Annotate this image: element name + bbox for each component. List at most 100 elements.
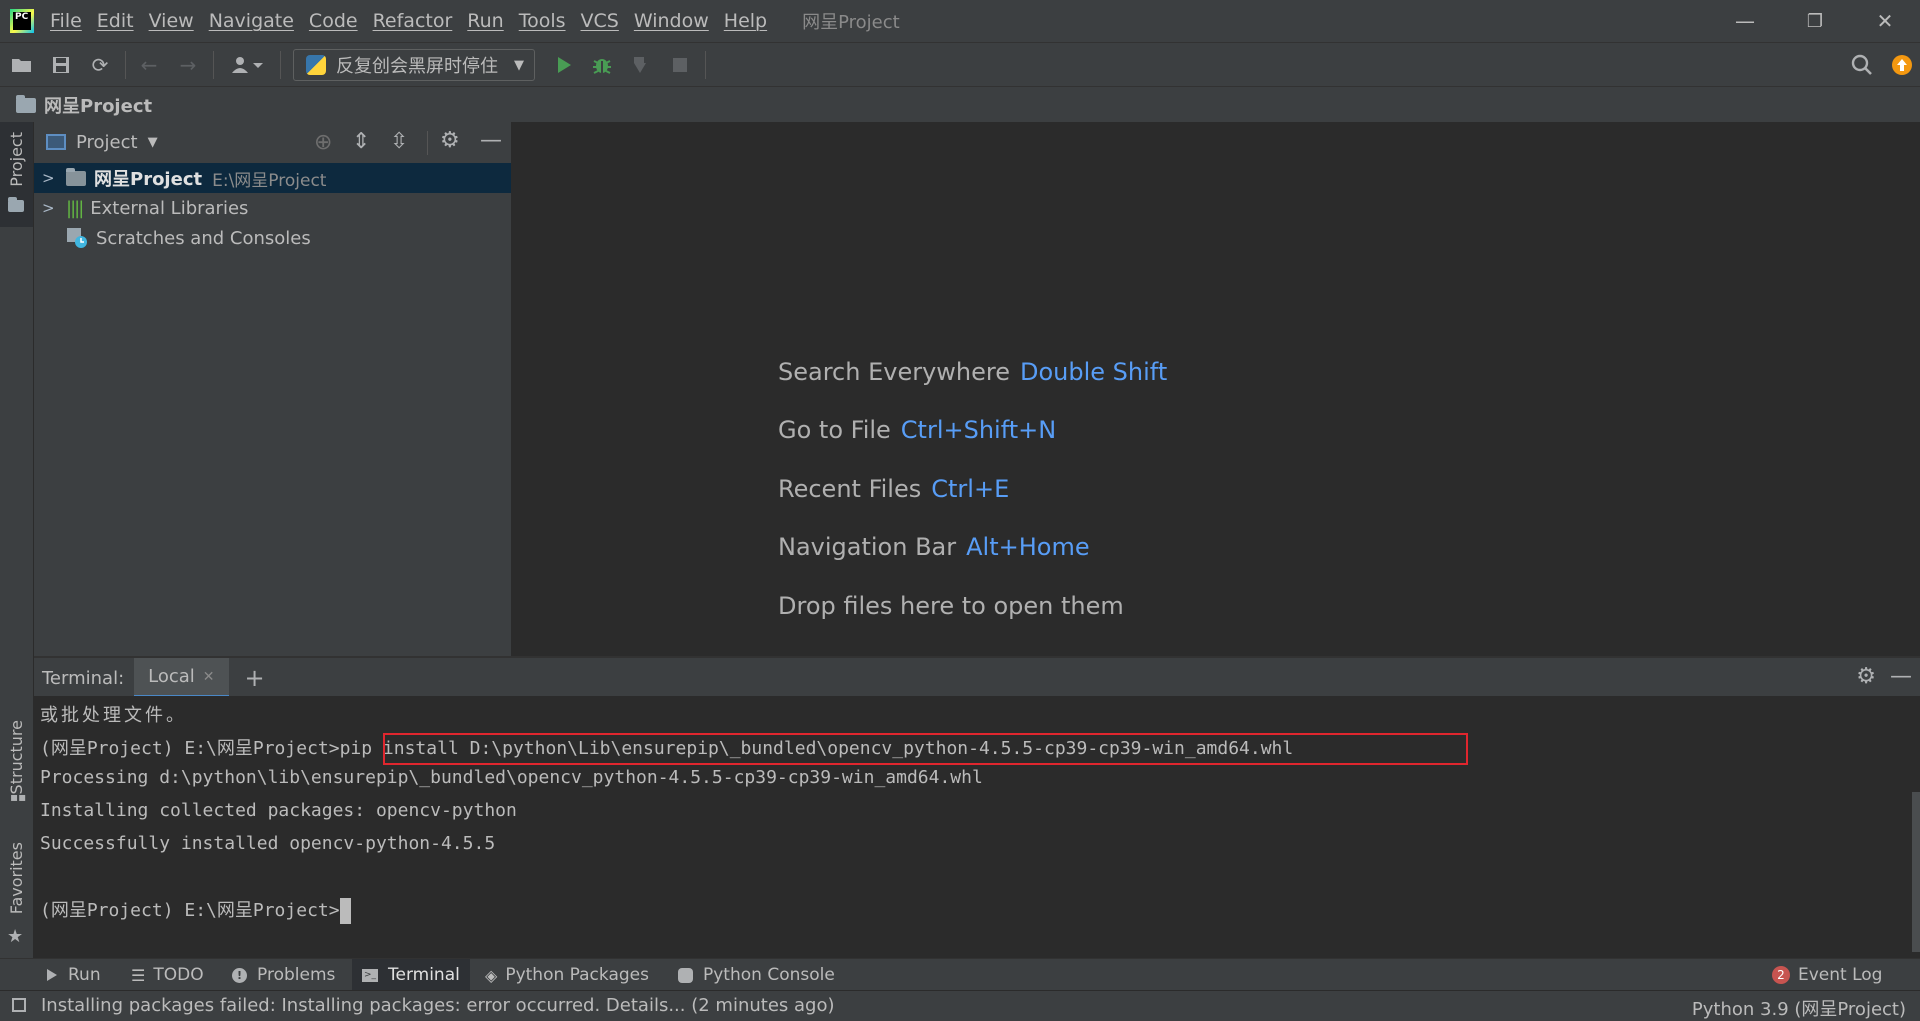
run-tool-label: Run (68, 965, 101, 985)
new-terminal-icon[interactable]: + (245, 664, 265, 692)
hint-shortcut: Ctrl+E (931, 475, 1010, 503)
toolbar-separator (213, 51, 214, 79)
tree-item-external-libraries[interactable]: > |||| External Libraries (34, 193, 511, 223)
stop-icon[interactable] (668, 53, 692, 77)
bottom-tool-bar: Run ☰ TODO ! Problems >_ Terminal ◈ Pyth… (0, 958, 1920, 991)
toolbar-separator (280, 51, 281, 79)
pycharm-logo-icon: PC (10, 9, 34, 33)
restore-button[interactable]: ❐ (1780, 0, 1850, 42)
folder-icon (8, 197, 24, 212)
problems-tool-button[interactable]: ! Problems (232, 965, 335, 985)
terminal-line: (网呈Project) E:\网呈Project> (40, 896, 351, 924)
breadcrumb-project[interactable]: 网呈Project (44, 92, 152, 118)
python-packages-label: Python Packages (505, 965, 649, 985)
menu-refactor[interactable]: Refactor (373, 10, 453, 32)
project-view-icon (46, 134, 66, 150)
hide-panel-icon[interactable]: — (480, 128, 502, 153)
todo-tool-button[interactable]: ☰ TODO (131, 965, 204, 985)
menu-vcs[interactable]: VCS (581, 10, 619, 32)
python-interpreter-selector[interactable]: Python 3.9 (网呈Project) (1692, 995, 1906, 1021)
header-separator (427, 131, 428, 155)
locate-icon[interactable]: ⊕ (314, 130, 332, 155)
terminal-icon: >_ (362, 968, 378, 982)
terminal-tool-label: Terminal (388, 965, 460, 985)
close-window-button[interactable]: ✕ (1850, 0, 1920, 42)
structure-tool-tab[interactable]: Structure ▪▪ (0, 712, 33, 812)
forward-arrow-icon[interactable]: → (176, 53, 200, 77)
info-icon: ! (232, 967, 247, 983)
library-icon: |||| (66, 197, 84, 219)
favorites-tool-tab[interactable]: Favorites ★ (0, 842, 33, 952)
status-bar: Installing packages failed: Installing p… (0, 990, 1920, 1021)
tree-item-label: 网呈Project (94, 169, 203, 190)
debug-icon[interactable] (590, 53, 614, 77)
project-tool-tab[interactable]: Project (0, 122, 33, 227)
menu-window[interactable]: Window (634, 10, 709, 32)
todo-tool-label: TODO (153, 965, 204, 985)
minimize-button[interactable]: — (1710, 0, 1780, 42)
chevron-right-icon[interactable]: > (42, 199, 62, 217)
menu-view[interactable]: View (149, 10, 194, 32)
terminal-tab-label: Local (148, 666, 195, 687)
menu-file[interactable]: File (50, 10, 82, 32)
save-all-icon[interactable] (49, 53, 73, 77)
terminal-output[interactable]: 或批处理文件。 (网呈Project) E:\网呈Project>pip ins… (34, 696, 1920, 958)
gear-icon[interactable]: ⚙ (440, 128, 460, 153)
menu-tools[interactable]: Tools (519, 10, 566, 32)
hint-search-everywhere: Search Everywhere Double Shift (778, 358, 1167, 386)
event-log-tool-button[interactable]: 2 Event Log (1772, 965, 1882, 985)
coverage-icon[interactable] (629, 53, 653, 77)
sync-icon[interactable]: ⟳ (88, 53, 112, 77)
highlight-box (383, 733, 1468, 765)
restore-icon: ❐ (1806, 10, 1824, 32)
menu-run[interactable]: Run (467, 10, 503, 32)
terminal-prompt: (网呈Project) E:\网呈Project> (40, 900, 340, 921)
tree-item-project-root[interactable]: > 网呈Project E:\网呈Project (34, 163, 511, 193)
chevron-right-icon[interactable]: > (42, 169, 62, 187)
project-panel-header: Project ▼ ⊕ ⇕ ⇳ ⚙ — (34, 122, 511, 162)
vcs-user-icon[interactable] (228, 53, 268, 77)
problems-tool-label: Problems (257, 965, 336, 985)
menu-code[interactable]: Code (309, 10, 358, 32)
python-packages-tool-button[interactable]: ◈ Python Packages (485, 965, 649, 985)
chevron-down-icon[interactable]: ▼ (148, 135, 158, 150)
terminal-line: Installing collected packages: opencv-py… (40, 800, 517, 821)
expand-all-icon[interactable]: ⇕ (352, 129, 370, 154)
gear-icon[interactable]: ⚙ (1856, 664, 1876, 689)
project-view-selector[interactable]: Project (76, 132, 138, 153)
terminal-line: 或批处理文件。 (40, 705, 187, 726)
hint-text: Recent Files (778, 475, 922, 503)
terminal-scrollbar[interactable] (1912, 792, 1920, 952)
hide-panel-icon[interactable]: — (1890, 664, 1912, 689)
hint-shortcut: Ctrl+Shift+N (900, 416, 1057, 444)
hint-drop-files: Drop files here to open them (778, 592, 1124, 620)
menu-help[interactable]: Help (724, 10, 767, 32)
terminal-tool-button[interactable]: >_ Terminal (352, 959, 470, 991)
run-tool-button[interactable]: Run (46, 965, 101, 985)
tool-windows-icon[interactable] (12, 998, 26, 1012)
hint-text: Drop files here to open them (778, 592, 1124, 620)
collapse-all-icon[interactable]: ⇳ (390, 129, 408, 154)
update-icon[interactable] (1890, 53, 1914, 77)
list-icon: ☰ (131, 965, 146, 985)
structure-icon: ▪▪ (10, 790, 27, 804)
run-config-label: 反复创会黑屏时停住 (336, 56, 498, 77)
terminal-line: Successfully installed opencv-python-4.5… (40, 833, 496, 854)
minimize-icon: — (1735, 9, 1755, 33)
tree-item-scratches[interactable]: Scratches and Consoles (34, 223, 511, 253)
hint-text: Navigation Bar (778, 533, 957, 561)
menu-navigate[interactable]: Navigate (209, 10, 294, 32)
open-folder-icon[interactable] (10, 53, 34, 77)
status-message[interactable]: Installing packages failed: Installing p… (41, 995, 835, 1016)
menu-edit[interactable]: Edit (97, 10, 134, 32)
folder-icon (16, 94, 36, 113)
chevron-down-icon: ▼ (514, 57, 524, 73)
close-tab-icon[interactable]: ✕ (203, 669, 215, 685)
run-icon[interactable] (552, 53, 576, 77)
python-console-tool-button[interactable]: Python Console (678, 965, 835, 985)
back-arrow-icon[interactable]: ← (137, 53, 161, 77)
terminal-tab-local[interactable]: Local ✕ (134, 658, 229, 698)
search-icon[interactable] (1850, 53, 1874, 77)
run-configuration-selector[interactable]: 反复创会黑屏时停住 ▼ (293, 49, 535, 81)
layers-icon: ◈ (485, 965, 498, 985)
